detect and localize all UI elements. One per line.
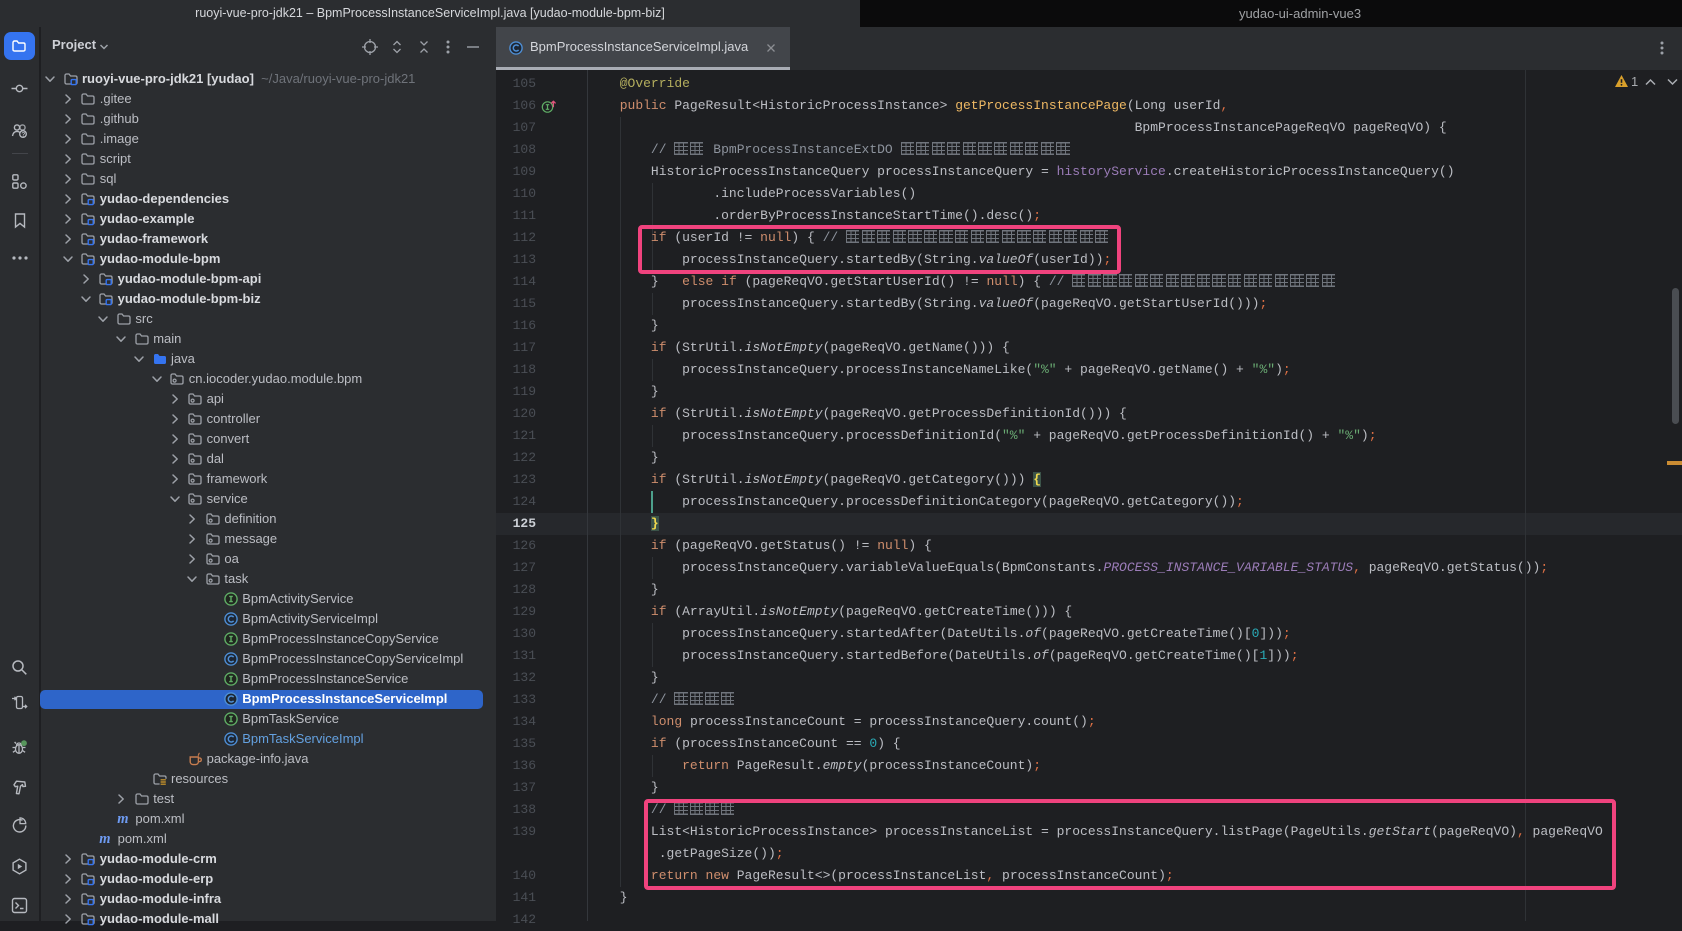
svg-text:?: ? [21,132,25,139]
